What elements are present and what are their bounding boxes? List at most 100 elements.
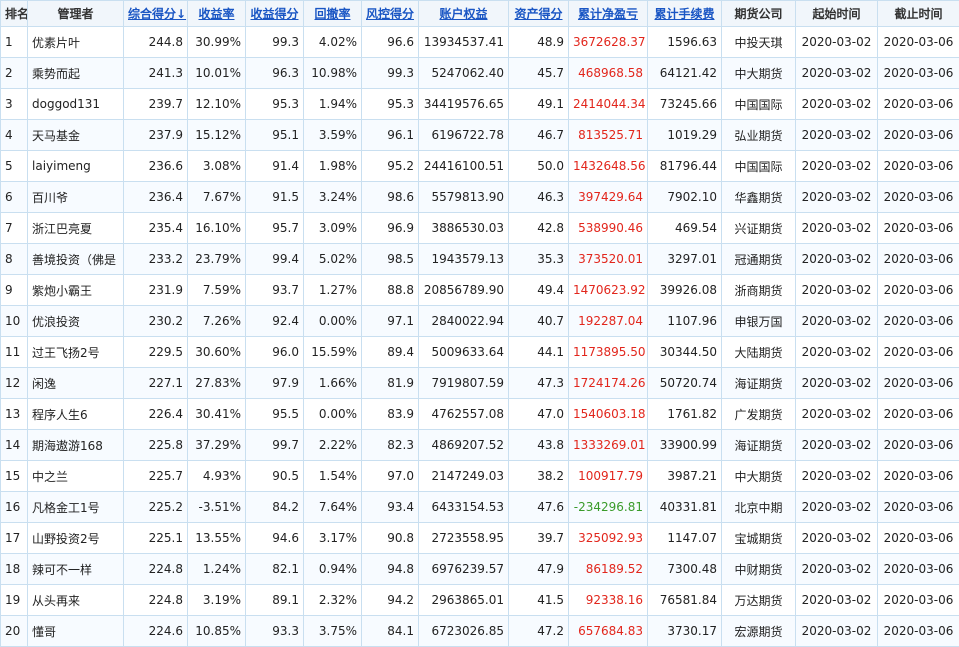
manager-cell: 闲逸 [28, 368, 124, 399]
drawdown-cell: 1.27% [304, 275, 362, 306]
return-score-cell: 96.3 [246, 58, 304, 89]
manager-cell: 乘势而起 [28, 58, 124, 89]
composite-score-cell: 239.7 [124, 89, 188, 120]
table-row: 2乘势而起241.310.01%96.310.98%99.35247062.40… [1, 58, 959, 89]
table-row: 3doggod131239.712.10%95.31.94%95.3344195… [1, 89, 959, 120]
manager-cell: 优素片叶 [28, 27, 124, 58]
net-pnl-cell: 657684.83 [569, 616, 648, 647]
end-date-cell: 2020-03-06 [878, 554, 959, 585]
composite-score-header[interactable]: 综合得分↓ [124, 1, 188, 27]
asset-score-cell: 47.2 [509, 616, 569, 647]
drawdown-header[interactable]: 回撤率 [304, 1, 362, 27]
end-date-cell: 2020-03-06 [878, 58, 959, 89]
start-date-cell: 2020-03-02 [796, 616, 878, 647]
return-rate-cell: 30.99% [188, 27, 246, 58]
net-pnl-cell: 1540603.18 [569, 399, 648, 430]
net-pnl-cell: -234296.81 [569, 492, 648, 523]
return-score-cell: 99.4 [246, 244, 304, 275]
account-equity-cell: 20856789.90 [419, 275, 509, 306]
fee-cell: 64121.42 [648, 58, 722, 89]
composite-score-cell: 231.9 [124, 275, 188, 306]
account-equity-header[interactable]: 账户权益 [419, 1, 509, 27]
net-pnl-cell: 468968.58 [569, 58, 648, 89]
fee-cell: 3730.17 [648, 616, 722, 647]
asset-score-cell: 42.8 [509, 213, 569, 244]
composite-score-cell: 225.8 [124, 430, 188, 461]
rank-cell: 10 [1, 306, 28, 337]
account-equity-cell: 6723026.85 [419, 616, 509, 647]
asset-score-cell: 40.7 [509, 306, 569, 337]
fee-cell: 39926.08 [648, 275, 722, 306]
broker-cell: 北京中期 [722, 492, 796, 523]
drawdown-cell: 2.32% [304, 585, 362, 616]
rank-cell: 14 [1, 430, 28, 461]
table-row: 10优浪投资230.27.26%92.40.00%97.12840022.944… [1, 306, 959, 337]
composite-score-cell: 230.2 [124, 306, 188, 337]
account-equity-cell: 1943579.13 [419, 244, 509, 275]
table-row: 11过王飞扬2号229.530.60%96.015.59%89.45009633… [1, 337, 959, 368]
account-equity-cell: 7919807.59 [419, 368, 509, 399]
risk-score-cell: 89.4 [362, 337, 419, 368]
composite-score-cell: 233.2 [124, 244, 188, 275]
broker-cell: 中大期货 [722, 461, 796, 492]
return-rate-header[interactable]: 收益率 [188, 1, 246, 27]
drawdown-cell: 3.17% [304, 523, 362, 554]
end-date-cell: 2020-03-06 [878, 182, 959, 213]
net-pnl-cell: 3672628.37 [569, 27, 648, 58]
account-equity-cell: 2723558.95 [419, 523, 509, 554]
net-pnl-cell: 1333269.01 [569, 430, 648, 461]
account-equity-cell: 34419576.65 [419, 89, 509, 120]
broker-cell: 宏源期货 [722, 616, 796, 647]
asset-score-header[interactable]: 资产得分 [509, 1, 569, 27]
broker-cell: 中财期货 [722, 554, 796, 585]
net-pnl-cell: 325092.93 [569, 523, 648, 554]
return-score-cell: 95.7 [246, 213, 304, 244]
return-rate-cell: 13.55% [188, 523, 246, 554]
account-equity-cell: 6196722.78 [419, 120, 509, 151]
broker-cell: 弘业期货 [722, 120, 796, 151]
risk-score-cell: 93.4 [362, 492, 419, 523]
table-row: 15中之兰225.74.93%90.51.54%97.02147249.0338… [1, 461, 959, 492]
return-rate-cell: 27.83% [188, 368, 246, 399]
fee-header[interactable]: 累计手续费 [648, 1, 722, 27]
broker-header: 期货公司 [722, 1, 796, 27]
rank-cell: 8 [1, 244, 28, 275]
drawdown-cell: 2.22% [304, 430, 362, 461]
asset-score-cell: 49.1 [509, 89, 569, 120]
start-date-cell: 2020-03-02 [796, 430, 878, 461]
return-score-cell: 91.4 [246, 151, 304, 182]
drawdown-cell: 1.66% [304, 368, 362, 399]
manager-cell: 凡格金工1号 [28, 492, 124, 523]
return-score-header[interactable]: 收益得分 [246, 1, 304, 27]
return-score-cell: 93.3 [246, 616, 304, 647]
header-row: 排名管理者综合得分↓收益率收益得分回撤率风控得分账户权益资产得分累计净盈亏累计手… [1, 1, 959, 27]
manager-cell: 天马基金 [28, 120, 124, 151]
end-date-cell: 2020-03-06 [878, 89, 959, 120]
broker-cell: 中投天琪 [722, 27, 796, 58]
end-date-cell: 2020-03-06 [878, 461, 959, 492]
drawdown-cell: 1.94% [304, 89, 362, 120]
net-pnl-header[interactable]: 累计净盈亏 [569, 1, 648, 27]
manager-cell: 从头再来 [28, 585, 124, 616]
rank-cell: 13 [1, 399, 28, 430]
fee-cell: 81796.44 [648, 151, 722, 182]
table-header: 排名管理者综合得分↓收益率收益得分回撤率风控得分账户权益资产得分累计净盈亏累计手… [1, 1, 959, 27]
risk-score-cell: 96.6 [362, 27, 419, 58]
composite-score-cell: 241.3 [124, 58, 188, 89]
return-score-cell: 82.1 [246, 554, 304, 585]
risk-score-cell: 98.6 [362, 182, 419, 213]
end-date-cell: 2020-03-06 [878, 213, 959, 244]
account-equity-cell: 6433154.53 [419, 492, 509, 523]
end-date-cell: 2020-03-06 [878, 492, 959, 523]
composite-score-cell: 225.2 [124, 492, 188, 523]
net-pnl-cell: 100917.79 [569, 461, 648, 492]
return-rate-cell: 37.29% [188, 430, 246, 461]
net-pnl-cell: 397429.64 [569, 182, 648, 213]
start-date-cell: 2020-03-02 [796, 58, 878, 89]
end-date-cell: 2020-03-06 [878, 151, 959, 182]
table-row: 8善境投资（佛是233.223.79%99.45.02%98.51943579.… [1, 244, 959, 275]
asset-score-cell: 47.6 [509, 492, 569, 523]
composite-score-cell: 229.5 [124, 337, 188, 368]
manager-cell: 辣可不一样 [28, 554, 124, 585]
risk-score-header[interactable]: 风控得分 [362, 1, 419, 27]
